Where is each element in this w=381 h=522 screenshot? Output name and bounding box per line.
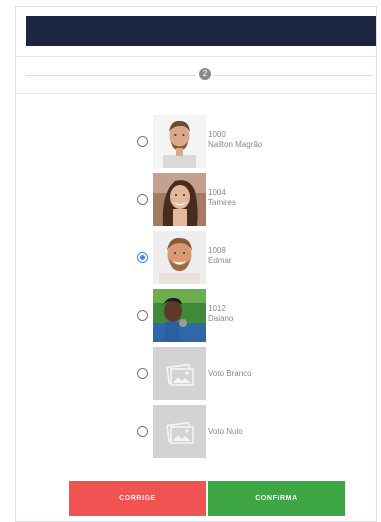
candidate-photo [153, 289, 206, 342]
candidate-option-1008[interactable]: 1008 Edmar [16, 231, 376, 285]
radio-button[interactable] [137, 368, 148, 379]
candidate-info: 1012 Daiano [208, 304, 233, 324]
candidate-photo [153, 231, 206, 284]
candidate-info: 1004 Tamires [208, 188, 236, 208]
step-number-badge: 2 [199, 68, 211, 80]
candidate-name: Nailton Magrão [208, 140, 263, 149]
candidate-number: 1012 [208, 304, 226, 313]
candidate-photo [153, 115, 206, 168]
ballot-panel: 2 1000 Nailton Magrão 1004 Tamires 1008 … [15, 6, 377, 522]
stepper-line-left [26, 75, 196, 76]
candidate-name: Edmar [208, 256, 232, 265]
option-voto-branco[interactable]: Voto Branco [16, 347, 376, 401]
candidate-option-1004[interactable]: 1004 Tamires [16, 173, 376, 227]
candidate-info: 1000 Nailton Magrão [208, 130, 262, 150]
radio-button[interactable] [137, 310, 148, 321]
option-label: Voto Nulo [208, 427, 243, 436]
radio-button[interactable] [137, 194, 148, 205]
candidate-name: Tamires [208, 198, 237, 207]
option-info: Voto Nulo [208, 427, 243, 437]
option-voto-nulo[interactable]: Voto Nulo [16, 405, 376, 459]
candidate-name: Daiano [208, 314, 234, 323]
option-info: Voto Branco [208, 369, 252, 379]
candidate-photo [153, 173, 206, 226]
candidate-number: 1008 [208, 246, 226, 255]
radio-button-selected[interactable] [137, 252, 148, 263]
image-placeholder-icon [153, 347, 206, 400]
option-label: Voto Branco [208, 369, 252, 378]
candidate-option-1012[interactable]: 1012 Daiano [16, 289, 376, 343]
candidate-option-1000[interactable]: 1000 Nailton Magrão [16, 115, 376, 169]
radio-button[interactable] [137, 426, 148, 437]
candidate-info: 1008 Edmar [208, 246, 232, 266]
header-bar [26, 16, 376, 46]
confirma-button[interactable]: CONFIRMA [208, 481, 345, 516]
action-buttons: CORRIGE CONFIRMA [16, 481, 376, 517]
step-indicator: 2 [16, 56, 376, 94]
stepper-line-right [213, 75, 373, 76]
candidate-number: 1004 [208, 188, 226, 197]
image-placeholder-icon [153, 405, 206, 458]
candidate-number: 1000 [208, 130, 226, 139]
radio-button[interactable] [137, 136, 148, 147]
corrige-button[interactable]: CORRIGE [69, 481, 206, 516]
